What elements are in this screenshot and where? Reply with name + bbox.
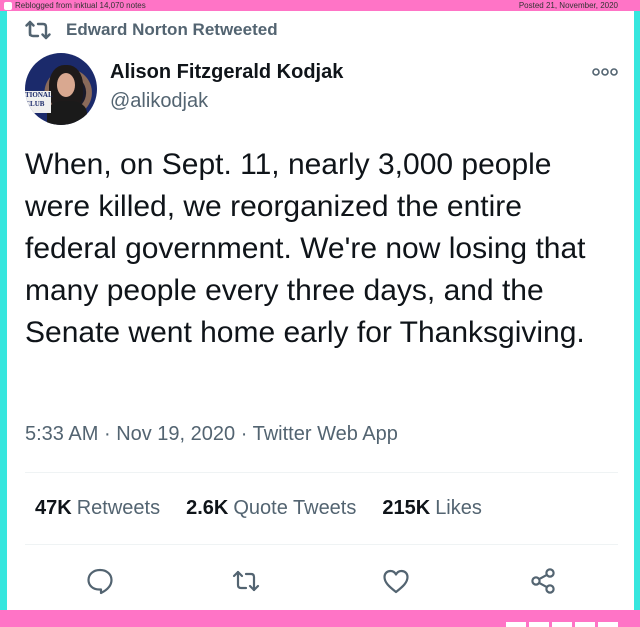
reblog-note[interactable]: Reblogged from inktual 14,070 notes [15,0,146,11]
right-border [634,11,640,611]
tweet-text: When, on Sept. 11, nearly 3,000 people w… [25,148,586,349]
share-icon[interactable] [528,566,558,596]
retweets-stat[interactable]: 47K Retweets [35,497,160,520]
tweet-meta: 5:33 AM · Nov 19, 2020 · Twitter Web App [25,423,398,446]
meta-separator: · [240,423,248,445]
reblog-info[interactable]: Reblogged from inktual 14,070 notes [4,0,146,11]
divider [25,472,618,473]
bottom-box[interactable] [598,622,618,627]
tumblr-top-bar: Reblogged from inktual 14,070 notes Post… [0,0,640,11]
tweet-actions [7,566,634,600]
tweet-card: Edward Norton Retweeted TIONAL CLUB Alis… [7,11,634,610]
retweeted-by[interactable]: Edward Norton Retweeted [25,19,278,41]
avatar-shirt [47,101,87,125]
meta-separator: · [103,423,111,445]
reblog-icon [4,1,12,10]
author-name[interactable]: Alison Fitzgerald Kodjak [110,61,343,84]
retweets-label: Retweets [76,497,161,519]
tweet-time[interactable]: 5:33 AM [25,423,98,445]
likes-stat[interactable]: 215K Likes [382,497,482,520]
reply-icon[interactable] [85,566,115,596]
tweet-stats: 47K Retweets 2.6K Quote Tweets 215K Likes [35,497,508,520]
tweet-source[interactable]: Twitter Web App [253,423,398,445]
more-options-icon[interactable] [592,67,618,77]
retweeted-label[interactable]: Edward Norton Retweeted [66,20,278,40]
bottom-box[interactable] [552,622,572,627]
bottom-controls [506,622,618,627]
like-icon[interactable] [381,566,411,596]
avatar-sign: TIONAL CLUB [25,91,53,113]
bottom-box[interactable] [506,622,526,627]
retweet-action-icon[interactable] [231,566,261,596]
bottom-box[interactable] [529,622,549,627]
quote-tweets-stat[interactable]: 2.6K Quote Tweets [186,497,356,520]
quote-tweets-label: Quote Tweets [233,497,357,519]
posted-date[interactable]: Posted 21, November, 2020 [519,0,618,11]
bottom-box[interactable] [575,622,595,627]
retweet-icon [25,20,51,40]
likes-label: Likes [435,497,482,519]
quote-tweets-count: 2.6K [186,497,229,519]
avatar[interactable]: TIONAL CLUB [25,53,97,125]
author-handle[interactable]: @alikodjak [110,90,208,113]
divider [25,544,618,545]
avatar-face [57,73,75,97]
left-border [0,11,7,611]
tweet-date[interactable]: Nov 19, 2020 [116,423,235,445]
retweets-count: 47K [35,497,72,519]
likes-count: 215K [382,497,431,519]
